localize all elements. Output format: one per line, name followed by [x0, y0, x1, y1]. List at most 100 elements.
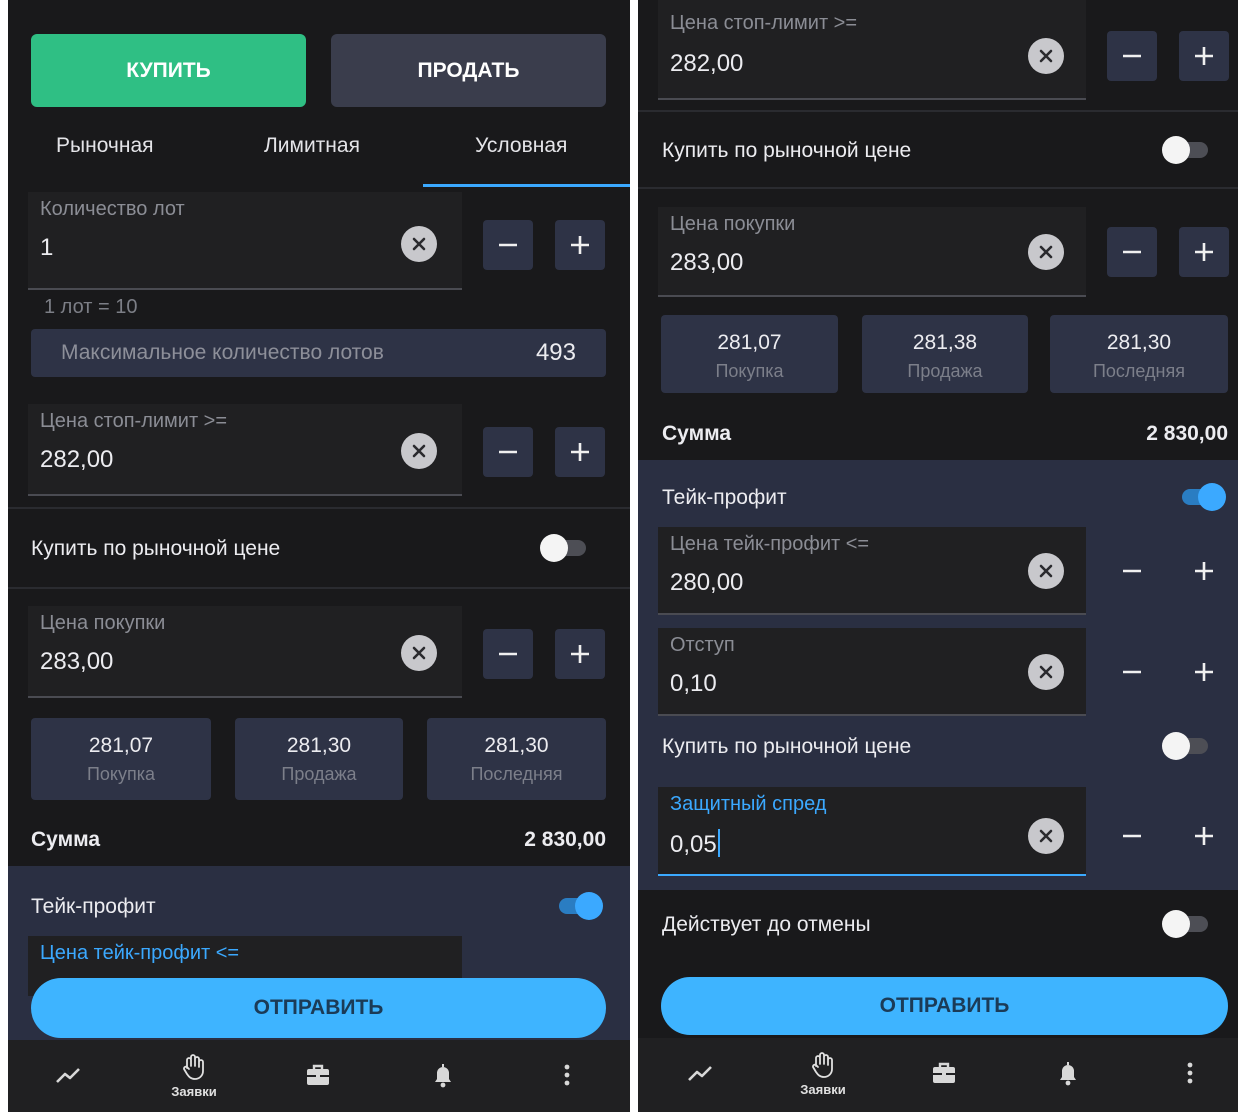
bell-icon [1060, 1062, 1076, 1086]
buy-price-minus-button[interactable] [1107, 227, 1157, 277]
market-price-toggle[interactable] [540, 534, 588, 562]
clear-icon[interactable] [1028, 234, 1064, 270]
nav-more[interactable] [1160, 1038, 1220, 1108]
nav-portfolio[interactable] [288, 1040, 348, 1110]
quote-bid[interactable]: 281,07 Покупка [31, 718, 211, 800]
gtc-toggle[interactable] [1162, 910, 1210, 938]
stop-limit-plus-button[interactable] [555, 427, 605, 477]
clear-icon[interactable] [1028, 818, 1064, 854]
divider [638, 110, 1238, 112]
offset-value[interactable]: 0,10 [670, 670, 717, 698]
sum-value: 2 830,00 [1146, 422, 1228, 445]
plus-icon [1195, 243, 1213, 261]
tab-limit[interactable]: Лимитная [264, 134, 360, 158]
stop-limit-field[interactable]: Цена стоп-лимит >= 282,00 [658, 0, 1086, 100]
plus-icon [571, 645, 589, 663]
lots-label: Количество лот [40, 198, 185, 220]
chart-line-icon [688, 1066, 712, 1081]
clear-icon[interactable] [401, 226, 437, 262]
buy-price-plus-button[interactable] [1179, 227, 1229, 277]
lots-field[interactable]: Количество лот 1 [28, 192, 462, 290]
take-profit-toggle[interactable] [1178, 483, 1226, 511]
spread-field[interactable]: Защитный спред 0,05 [658, 787, 1086, 876]
buy-price-field[interactable]: Цена покупки 283,00 [28, 606, 462, 698]
quote-label: Последняя [470, 764, 563, 784]
tp-price-label: Цена тейк-профит <= [40, 942, 240, 964]
stop-limit-minus-button[interactable] [483, 427, 533, 477]
gtc-label: Действует до отмены [662, 913, 871, 936]
nav-portfolio[interactable] [914, 1038, 974, 1108]
quote-label: Продажа [281, 764, 357, 784]
clear-icon[interactable] [401, 433, 437, 469]
lots-plus-button[interactable] [555, 220, 605, 270]
left-screen: КУПИТЬ ПРОДАТЬ Рыночная Лимитная Условна… [8, 0, 630, 1112]
tp-market-price-toggle[interactable] [1162, 732, 1210, 760]
spread-value-wrap[interactable]: 0,05 [670, 829, 720, 859]
stop-limit-value[interactable]: 282,00 [670, 50, 743, 78]
take-profit-label: Тейк-профит [31, 895, 156, 918]
nav-notifications[interactable] [1038, 1038, 1098, 1108]
nav-orders-label: Заявки [800, 1081, 846, 1097]
offset-minus-button[interactable] [1107, 647, 1157, 697]
clear-icon[interactable] [1028, 654, 1064, 690]
plus-icon [1195, 663, 1213, 681]
spread-minus-button[interactable] [1107, 811, 1157, 861]
bell-icon [435, 1064, 451, 1088]
quote-bid[interactable]: 281,07 Покупка [661, 315, 838, 393]
stop-limit-minus-button[interactable] [1107, 31, 1157, 81]
spread-plus-button[interactable] [1179, 811, 1229, 861]
offset-plus-button[interactable] [1179, 647, 1229, 697]
minus-icon [1123, 834, 1141, 838]
tab-market[interactable]: Рыночная [56, 134, 154, 158]
lots-value[interactable]: 1 [40, 234, 53, 262]
quote-last[interactable]: 281,30 Последняя [1050, 315, 1228, 393]
nav-notifications[interactable] [413, 1040, 473, 1110]
buy-price-value[interactable]: 283,00 [40, 648, 113, 676]
buy-price-field[interactable]: Цена покупки 283,00 [658, 207, 1086, 297]
offset-field[interactable]: Отступ 0,10 [658, 628, 1086, 716]
stop-limit-plus-button[interactable] [1179, 31, 1229, 81]
clear-icon[interactable] [401, 635, 437, 671]
spread-value[interactable]: 0,05 [670, 831, 717, 858]
take-profit-toggle[interactable] [555, 892, 603, 920]
tab-conditional[interactable]: Условная [475, 134, 567, 158]
nav-orders[interactable]: Заявки [793, 1038, 853, 1108]
stop-limit-field[interactable]: Цена стоп-лимит >= 282,00 [28, 404, 462, 496]
tp-price-value[interactable]: 280,00 [670, 569, 743, 597]
plus-icon [571, 236, 589, 254]
quote-ask[interactable]: 281,38 Продажа [862, 315, 1028, 393]
stop-limit-value[interactable]: 282,00 [40, 446, 113, 474]
clear-icon[interactable] [1028, 553, 1064, 589]
take-profit-panel: Тейк-профит Цена тейк-профит <= 280,00 О… [638, 460, 1238, 890]
tp-price-minus-button[interactable] [1107, 546, 1157, 596]
buy-price-plus-button[interactable] [555, 629, 605, 679]
chart-line-icon [56, 1068, 80, 1083]
tp-price-label: Цена тейк-профит <= [670, 533, 870, 555]
nav-chart[interactable] [38, 1040, 98, 1110]
lots-minus-button[interactable] [483, 220, 533, 270]
tp-price-field[interactable]: Цена тейк-профит <= 280,00 [658, 527, 1086, 615]
nav-orders[interactable]: Заявки [164, 1040, 224, 1110]
clear-icon[interactable] [1028, 38, 1064, 74]
briefcase-icon [307, 1064, 329, 1085]
buy-price-value[interactable]: 283,00 [670, 249, 743, 277]
divider [638, 187, 1238, 189]
quote-last[interactable]: 281,30 Последняя [427, 718, 606, 800]
send-button[interactable]: ОТПРАВИТЬ [31, 978, 606, 1038]
market-price-toggle[interactable] [1162, 136, 1210, 164]
quote-label: Продажа [907, 361, 983, 381]
buy-button[interactable]: КУПИТЬ [31, 34, 306, 107]
quote-value: 281,07 [717, 331, 782, 354]
quote-ask[interactable]: 281,30 Продажа [235, 718, 403, 800]
buy-price-minus-button[interactable] [483, 629, 533, 679]
stop-limit-label: Цена стоп-лимит >= [40, 410, 228, 432]
nav-more[interactable] [537, 1040, 597, 1110]
lot-size-hint: 1 лот = 10 [44, 296, 138, 318]
nav-chart[interactable] [670, 1038, 730, 1108]
sell-button[interactable]: ПРОДАТЬ [331, 34, 606, 107]
send-button[interactable]: ОТПРАВИТЬ [661, 977, 1228, 1035]
max-lots-value: 493 [535, 339, 576, 366]
tp-price-plus-button[interactable] [1179, 546, 1229, 596]
quote-value: 281,30 [484, 734, 549, 757]
quote-label: Последняя [1092, 361, 1185, 381]
